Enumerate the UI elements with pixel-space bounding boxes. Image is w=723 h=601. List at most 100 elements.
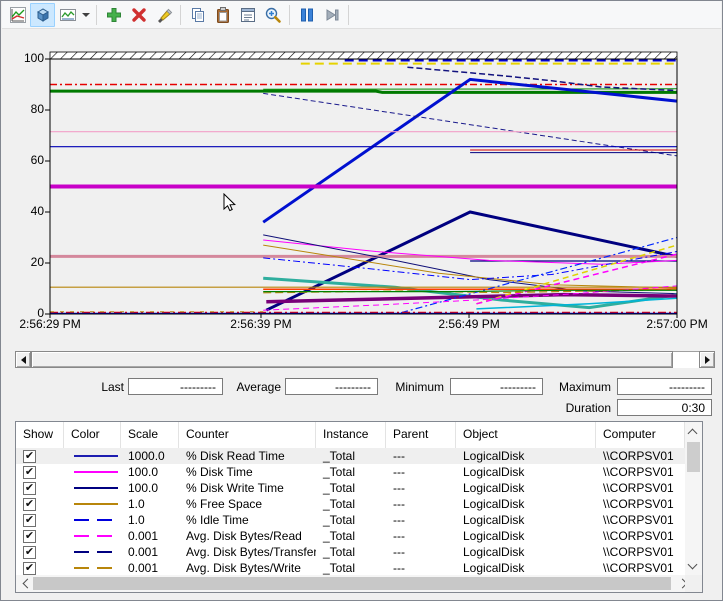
- column-header-computer[interactable]: Computer: [596, 422, 685, 448]
- properties-icon: [239, 6, 257, 24]
- vertical-scrollbar-thumb[interactable]: [687, 442, 700, 472]
- object-cell: LogicalDisk: [456, 496, 596, 512]
- show-checkbox[interactable]: ✔: [23, 466, 36, 479]
- color-swatch: [74, 519, 118, 521]
- counter-row[interactable]: ✔1.0% Free Space_Total---LogicalDisk\\CO…: [16, 496, 685, 512]
- toolbar-separator: [96, 5, 97, 25]
- column-header-counter[interactable]: Counter: [179, 422, 316, 448]
- paste-icon: [214, 6, 232, 24]
- computer-cell: \\CORPSV01: [596, 544, 685, 560]
- object-cell: LogicalDisk: [456, 480, 596, 496]
- color-swatch: [74, 455, 118, 457]
- counter-row[interactable]: ✔0.001Avg. Disk Bytes/Write_Total---Logi…: [16, 560, 685, 576]
- scroll-right-button[interactable]: [699, 351, 715, 368]
- counter-cell: Avg. Disk Bytes/Read: [179, 528, 316, 544]
- last-label: Last: [64, 380, 124, 396]
- object-cell: LogicalDisk: [456, 464, 596, 480]
- zoom-button[interactable]: [260, 3, 285, 27]
- counter-row[interactable]: ✔0.001Avg. Disk Bytes/Transfer_Total---L…: [16, 544, 685, 560]
- column-header-color[interactable]: Color: [64, 422, 121, 448]
- scrollbar-thumb[interactable]: [31, 351, 673, 368]
- parent-cell: ---: [386, 448, 456, 464]
- scroll-left-button[interactable]: [15, 351, 31, 368]
- scrollbar-corner: [685, 575, 702, 592]
- x-axis-tick-label: 2:57:00 PM: [642, 317, 712, 331]
- computer-cell: \\CORPSV01: [596, 528, 685, 544]
- delete-button[interactable]: [126, 3, 151, 27]
- counter-row[interactable]: ✔1.0% Idle Time_Total---LogicalDisk\\COR…: [16, 512, 685, 528]
- show-checkbox[interactable]: ✔: [23, 450, 36, 463]
- left-arrow-icon: [17, 356, 26, 364]
- color-swatch: [74, 535, 118, 537]
- counter-row[interactable]: ✔100.0% Disk Write Time_Total---LogicalD…: [16, 480, 685, 496]
- show-checkbox[interactable]: ✔: [23, 482, 36, 495]
- y-axis-tick-label: 100: [10, 51, 44, 65]
- mouse-cursor: [223, 193, 237, 213]
- change-graph-type-button[interactable]: [55, 3, 80, 27]
- counter-row[interactable]: ✔100.0% Disk Time_Total---LogicalDisk\\C…: [16, 464, 685, 480]
- step-icon: [323, 6, 341, 24]
- scroll-up-icon[interactable]: [689, 428, 697, 436]
- paste-counter-list-button[interactable]: [210, 3, 235, 27]
- column-header-parent[interactable]: Parent: [386, 422, 456, 448]
- delete-icon: [130, 6, 148, 24]
- show-checkbox[interactable]: ✔: [23, 562, 36, 575]
- instance-cell: _Total: [316, 448, 386, 464]
- counter-row[interactable]: ✔1000.0% Disk Read Time_Total---LogicalD…: [16, 448, 685, 464]
- object-cell: LogicalDisk: [456, 448, 596, 464]
- parent-cell: ---: [386, 464, 456, 480]
- column-header-scale[interactable]: Scale: [121, 422, 179, 448]
- view-log-data-button[interactable]: [30, 3, 55, 27]
- view-current-activity-button[interactable]: [5, 3, 30, 27]
- properties-button[interactable]: [235, 3, 260, 27]
- highlight-button[interactable]: [151, 3, 176, 27]
- x-axis-tick-label: 2:56:39 PM: [226, 317, 296, 331]
- column-header-instance[interactable]: Instance: [316, 422, 386, 448]
- graph-type-dropdown-caret[interactable]: [80, 3, 92, 27]
- column-header-object[interactable]: Object: [456, 422, 596, 448]
- counter-line: [263, 278, 677, 307]
- show-checkbox[interactable]: ✔: [23, 530, 36, 543]
- toolbar-separator: [180, 5, 181, 25]
- show-checkbox[interactable]: ✔: [23, 498, 36, 511]
- counter-cell: % Disk Time: [179, 464, 316, 480]
- legend-rows: ✔1000.0% Disk Read Time_Total---LogicalD…: [16, 448, 685, 576]
- object-cell: LogicalDisk: [456, 528, 596, 544]
- minimum-label: Minimum: [354, 380, 444, 396]
- legend-vertical-scrollbar[interactable]: [685, 422, 702, 575]
- duration-value: 0:30: [617, 399, 712, 416]
- change-graph-type-icon: [59, 6, 77, 24]
- column-header-show[interactable]: Show: [16, 422, 64, 448]
- instance-cell: _Total: [316, 496, 386, 512]
- instance-cell: _Total: [316, 560, 386, 576]
- copy-properties-button[interactable]: [185, 3, 210, 27]
- computer-cell: \\CORPSV01: [596, 448, 685, 464]
- instance-cell: _Total: [316, 512, 386, 528]
- highlight-icon: [155, 6, 173, 24]
- scroll-down-icon[interactable]: [689, 561, 697, 569]
- color-swatch: [74, 487, 118, 489]
- scroll-left-icon[interactable]: [22, 580, 30, 588]
- show-checkbox[interactable]: ✔: [23, 514, 36, 527]
- show-checkbox[interactable]: ✔: [23, 546, 36, 559]
- time-range-scrollbar[interactable]: [15, 351, 715, 368]
- update-data-button[interactable]: [319, 3, 344, 27]
- add-counter-button[interactable]: [101, 3, 126, 27]
- counter-cell: Avg. Disk Bytes/Transfer: [179, 544, 316, 560]
- scale-cell: 1.0: [121, 512, 179, 528]
- pause-icon: [298, 6, 316, 24]
- maximum-label: Maximum: [521, 380, 611, 396]
- object-cell: LogicalDisk: [456, 560, 596, 576]
- x-axis-tick-label: 2:56:29 PM: [15, 317, 85, 331]
- legend-horizontal-scrollbar[interactable]: [16, 575, 702, 592]
- toolbar-separator: [289, 5, 290, 25]
- right-arrow-icon: [705, 356, 714, 364]
- freeze-display-button[interactable]: [294, 3, 319, 27]
- horizontal-scrollbar-thumb[interactable]: [33, 577, 671, 590]
- scale-cell: 1000.0: [121, 448, 179, 464]
- counter-line: [263, 89, 677, 90]
- counter-row[interactable]: ✔0.001Avg. Disk Bytes/Read_Total---Logic…: [16, 528, 685, 544]
- performance-graph: [50, 59, 677, 314]
- computer-cell: \\CORPSV01: [596, 464, 685, 480]
- maximum-value: ---------: [617, 378, 712, 395]
